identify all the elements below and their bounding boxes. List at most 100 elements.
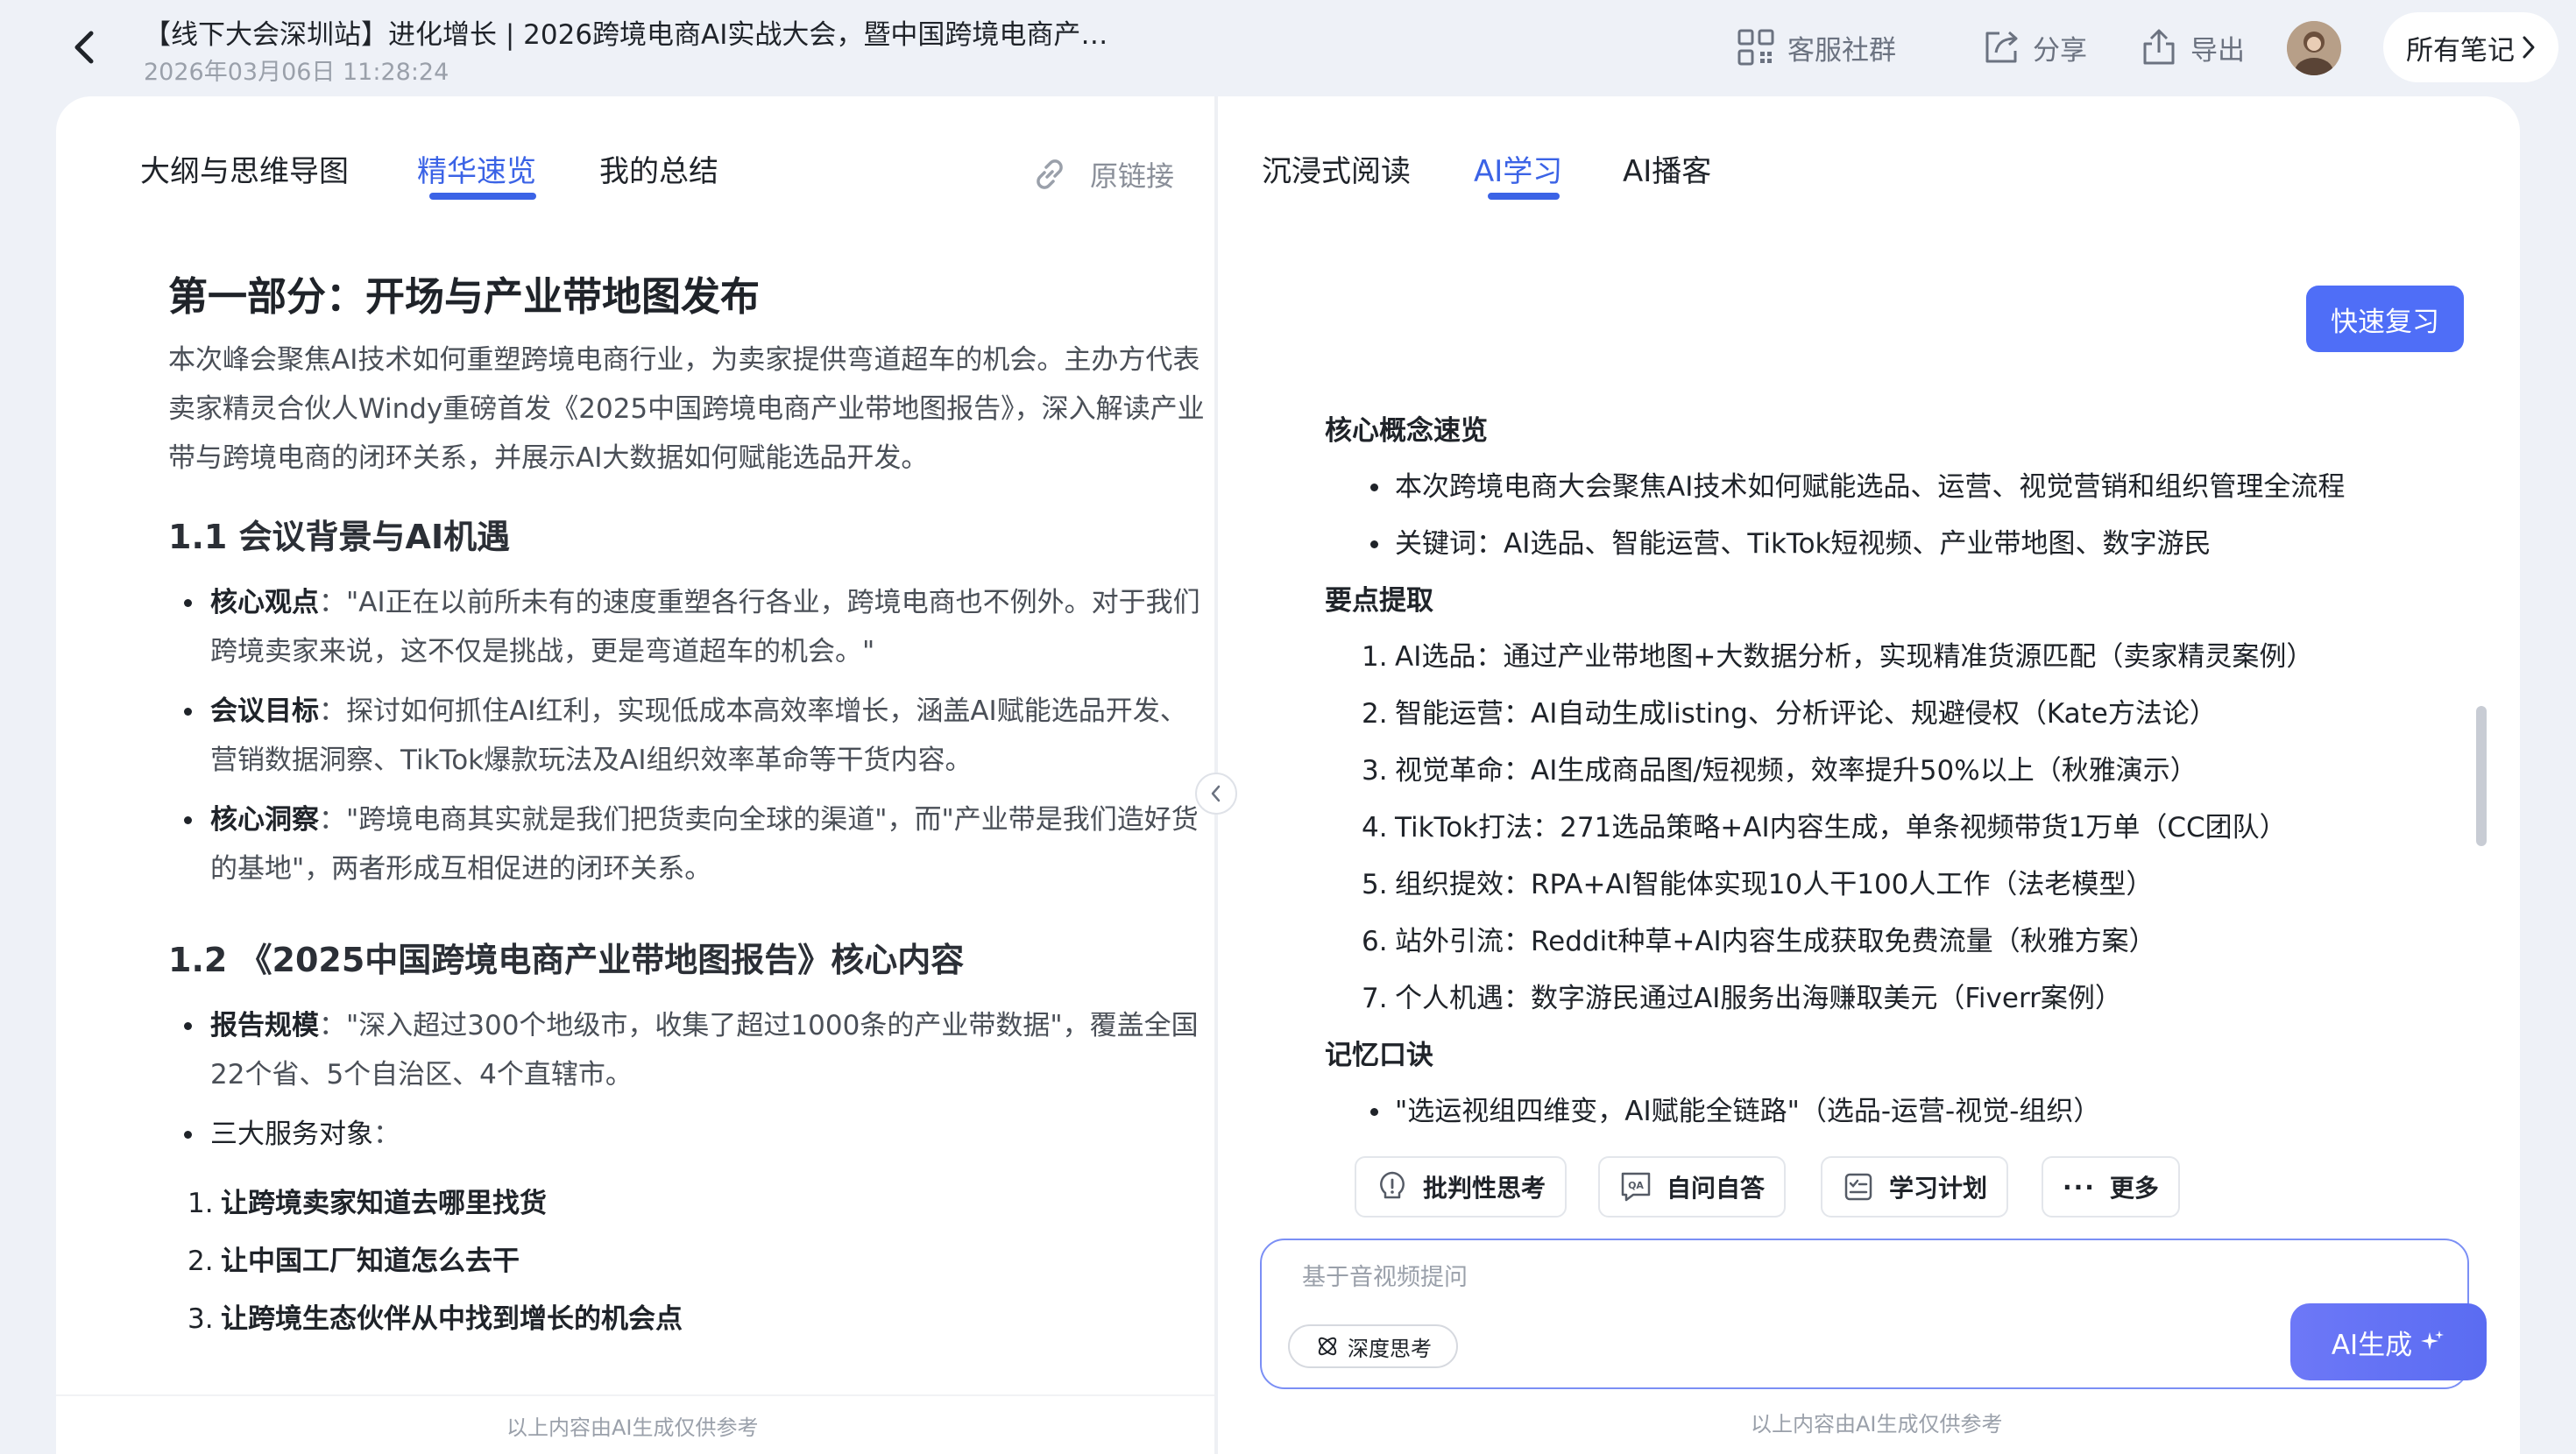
qa-icon: QA (1621, 1172, 1651, 1202)
list-item: 5. 组织提效：RPA+AI智能体实现10人干100人工作（法老模型） (1325, 857, 2464, 914)
list-item: 会议目标：探讨如何抓住AI红利，实现低成本高效率增长，涵盖AI赋能选品开发、营销… (168, 687, 1211, 785)
self-qa-label: 自问自答 (1667, 1174, 1766, 1203)
export-button[interactable]: 导出 (2140, 25, 2245, 70)
critical-thinking-chip[interactable]: 批判性思考 (1355, 1156, 1568, 1218)
ai-learning-content: 核心概念速览 本次跨境电商大会聚焦AI技术如何赋能选品、运营、视觉营销和组织管理… (1325, 403, 2464, 1140)
tab-my-summary[interactable]: 我的总结 (599, 147, 718, 190)
item-number: 4. (1362, 812, 1388, 843)
ai-disclaimer-right: 以上内容由AI生成仅供参考 (1751, 1412, 2003, 1436)
item-label: 三大服务对象 (210, 1119, 373, 1151)
concepts-title: 核心概念速览 (1325, 415, 1488, 447)
item-number: 5. (1362, 869, 1388, 900)
tab-immersive-reading[interactable]: 沉浸式阅读 (1262, 147, 1411, 190)
list-item: 报告规模："深入超过300个地级市，收集了超过1000条的产业带数据"，覆盖全国… (168, 1001, 1211, 1099)
item-text: 让跨境生态伙伴从中找到增长的机会点 (221, 1303, 683, 1336)
item-number: 3. (1362, 755, 1388, 787)
ai-generate-label: AI生成 (2331, 1329, 2413, 1361)
top-bar: 【线下大会深圳站】进化增长 | 2026跨境电商AI实战大会，暨中国跨境电商产业… (0, 0, 2576, 96)
list-item: 核心洞察："跨境电商其实就是我们把货卖向全球的渠道"，而"产业带是我们造好货的基… (168, 795, 1211, 893)
intro-paragraph: 本次峰会聚焦AI技术如何重塑跨境电商行业，为卖家提供弯道超车的机会。主办方代表卖… (168, 343, 1205, 474)
list-item: 1. 让跨境卖家知道去哪里找货 (168, 1175, 1211, 1232)
chevron-left-icon (1211, 785, 1221, 802)
critical-thinking-label: 批判性思考 (1423, 1174, 1546, 1203)
collapse-panel-button[interactable] (1195, 773, 1237, 815)
original-link-button[interactable]: 原链接 (1030, 154, 1174, 194)
item-number: 2. (1362, 698, 1388, 730)
tab-ai-podcast[interactable]: AI播客 (1623, 147, 1711, 190)
share-button[interactable]: 分享 (1982, 25, 2087, 70)
lightbulb-icon (1380, 1171, 1405, 1199)
sparkle-icon (2421, 1330, 2445, 1350)
item-text: 智能运营：AI自动生成listing、分析评论、规避侵权（Kate方法论） (1395, 698, 2217, 730)
study-plan-label: 学习计划 (1889, 1174, 1988, 1203)
avatar[interactable] (2287, 21, 2341, 75)
active-tab-indicator-left (429, 193, 536, 200)
tab-highlights[interactable]: 精华速览 (417, 147, 536, 190)
deep-think-label: 深度思考 (1348, 1336, 1432, 1361)
item-text: 组织提效：RPA+AI智能体实现10人干100人工作（法老模型） (1395, 869, 2154, 900)
document-timestamp: 2026年03月06日 11:28:24 (144, 59, 449, 86)
concepts-list: 本次跨境电商大会聚焦AI技术如何赋能选品、运营、视觉营销和组织管理全流程 关键词… (1325, 459, 2464, 573)
more-label: 更多 (2109, 1174, 2159, 1203)
list-item: 3. 让跨境生态伙伴从中找到增长的机会点 (168, 1290, 1211, 1348)
more-chip[interactable]: ··· 更多 (2042, 1156, 2180, 1218)
subsection-heading: 1.1 会议背景与AI机遇 (168, 517, 511, 556)
svg-text:QA: QA (1628, 1180, 1644, 1191)
link-icon (1037, 159, 1063, 189)
chevron-right-icon (2523, 36, 2535, 59)
ai-generate-button[interactable]: AI生成 (2290, 1303, 2487, 1380)
background-list: 核心观点："AI正在以前所未有的速度重塑各行各业，跨境电商也不例外。对于我们跨境… (168, 578, 1211, 893)
chevron-left-icon (74, 31, 94, 64)
tab-outline-mindmap[interactable]: 大纲与思维导图 (140, 147, 349, 190)
footer-divider (56, 1394, 1214, 1396)
quick-review-button[interactable]: 快速复习 (2306, 286, 2464, 352)
all-notes-label: 所有笔记 (2406, 34, 2515, 67)
key-points-title: 要点提取 (1325, 585, 1433, 617)
list-item: 2. 让中国工厂知道怎么去干 (168, 1232, 1211, 1290)
item-text: ："深入超过300个地级市，收集了超过1000条的产业带数据"，覆盖全国22个省… (210, 1010, 1199, 1091)
plan-icon (1844, 1173, 1872, 1201)
item-label: 核心洞察 (210, 803, 319, 836)
memory-title: 记忆口诀 (1325, 1040, 1433, 1071)
tab-ai-learning[interactable]: AI学习 (1474, 147, 1562, 190)
item-number: 3. (188, 1303, 214, 1336)
item-text: ： (373, 1119, 400, 1151)
question-input[interactable] (1302, 1258, 2353, 1302)
list-item: 1. AI选品：通过产业带地图+大数据分析，实现精准货源匹配（卖家精灵案例） (1325, 629, 2464, 686)
item-text: 个人机遇：数字游民通过AI服务出海赚取美元（Fiverr案例） (1395, 983, 2122, 1014)
all-notes-button[interactable]: 所有笔记 (2383, 12, 2558, 82)
service-targets-list: 1. 让跨境卖家知道去哪里找货 2. 让中国工厂知道怎么去干 3. 让跨境生态伙伴从中… (168, 1175, 1211, 1348)
section-heading: 第一部分：开场与产业带地图发布 (168, 273, 761, 320)
item-text: AI选品：通过产业带地图+大数据分析，实现精准货源匹配（卖家精灵案例） (1395, 641, 2314, 673)
main-card: 大纲与思维导图 精华速览 我的总结 原链接 第一部分：开场与产业带地图发布 本次… (56, 96, 2520, 1454)
list-item: 3. 视觉革命：AI生成商品图/短视频，效率提升50%以上（秋雅演示） (1325, 743, 2464, 800)
back-button[interactable] (63, 26, 105, 68)
more-dots-icon: ··· (2063, 1172, 2096, 1202)
service-group-label: 客服社群 (1787, 34, 1896, 67)
scrollbar-thumb[interactable] (2476, 706, 2487, 846)
item-label: 核心观点 (210, 586, 319, 618)
deep-think-toggle[interactable]: 深度思考 (1288, 1324, 1458, 1368)
qr-code-icon (1737, 29, 1774, 66)
subsection-heading: 1.2 《2025中国跨境电商产业带地图报告》核心内容 (168, 940, 965, 979)
item-text: 让中国工厂知道怎么去干 (221, 1246, 520, 1278)
document-title: 【线下大会深圳站】进化增长 | 2026跨境电商AI实战大会，暨中国跨境电商产业… (144, 19, 1134, 51)
study-plan-chip[interactable]: 学习计划 (1821, 1156, 2009, 1218)
list-item: "选运视组四维变，AI赋能全链路"（选品-运营-视觉-组织） (1325, 1083, 2464, 1140)
item-text: ：探讨如何抓住AI红利，实现低成本高效率增长，涵盖AI赋能选品开发、营销数据洞察… (210, 695, 1187, 776)
item-label: 会议目标 (210, 695, 319, 727)
self-qa-chip[interactable]: QA 自问自答 (1598, 1156, 1787, 1218)
item-text: ："跨境电商其实就是我们把货卖向全球的渠道"，而"产业带是我们造好货的基地"，两… (210, 803, 1199, 885)
share-icon (1985, 31, 2018, 63)
question-input-box: 深度思考 AI生成 (1260, 1239, 2487, 1389)
share-label: 分享 (2033, 34, 2087, 67)
item-label: 报告规模 (210, 1010, 319, 1042)
list-item: 4. TikTok打法：271选品策略+AI内容生成，单条视频带货1万单（CC团队… (1325, 800, 2464, 857)
item-number: 7. (1362, 983, 1388, 1014)
item-text: TikTok打法：271选品策略+AI内容生成，单条视频带货1万单（CC团队） (1395, 812, 2287, 843)
list-item: 关键词：AI选品、智能运营、TikTok短视频、产业带地图、数字游民 (1325, 516, 2464, 573)
active-tab-indicator-right (1488, 193, 1560, 200)
export-label: 导出 (2190, 34, 2245, 67)
service-group-button[interactable]: 客服社群 (1737, 25, 1896, 70)
item-number: 1. (188, 1188, 214, 1220)
